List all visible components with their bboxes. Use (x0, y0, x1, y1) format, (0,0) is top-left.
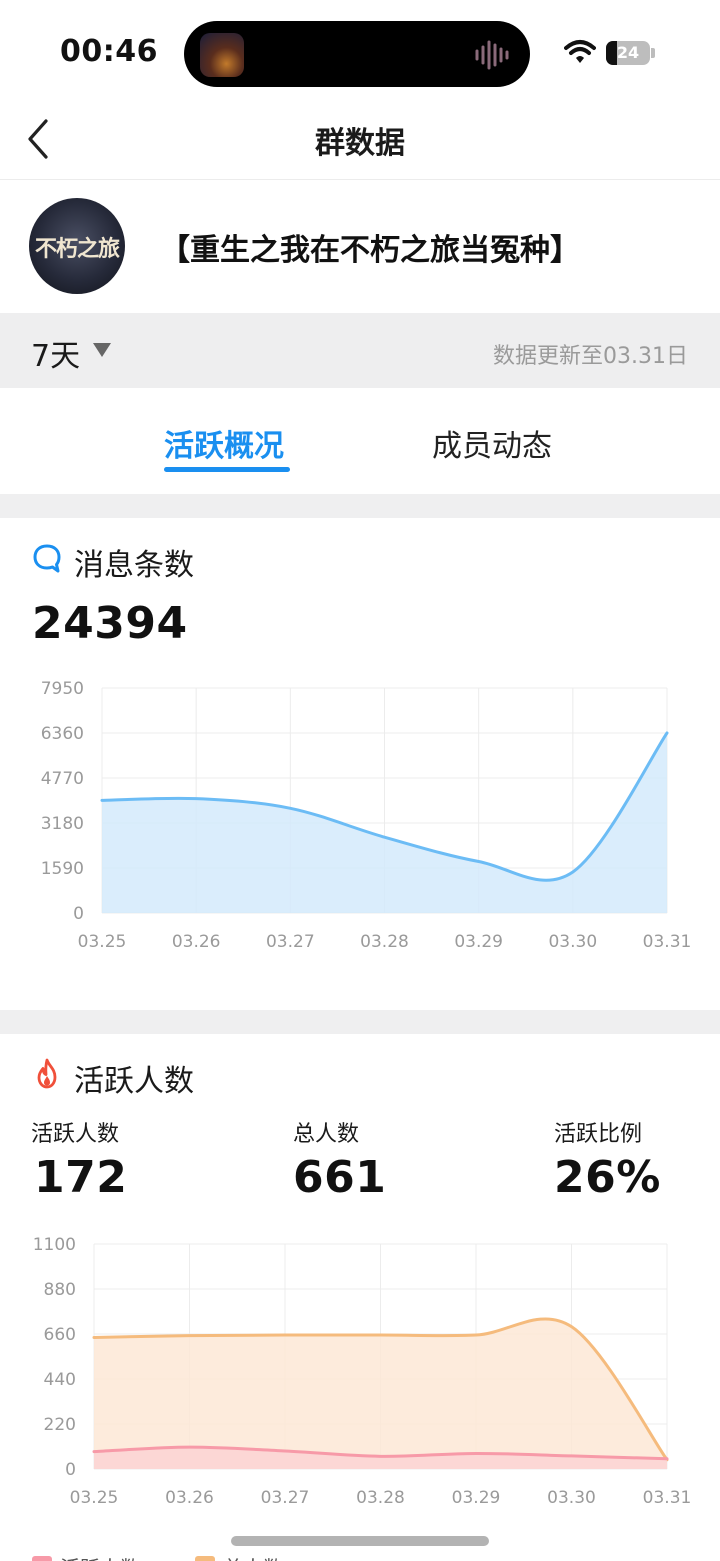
x-tick-label: 03.28 (356, 1488, 405, 1508)
stat-label-active: 活跃人数 (31, 1122, 120, 1147)
now-playing-thumbnail (200, 33, 244, 77)
battery-icon: 24 (606, 41, 650, 65)
legend-swatch-active (32, 1556, 52, 1561)
dropdown-triangle-icon[interactable] (93, 343, 111, 357)
x-tick-label: 03.26 (165, 1488, 214, 1508)
range-dropdown[interactable]: 7天 (31, 331, 80, 375)
y-tick-label: 3180 (41, 814, 84, 834)
x-tick-label: 03.30 (547, 1488, 596, 1508)
x-tick-label: 03.28 (360, 932, 409, 952)
active-title: 活跃人数 (74, 1064, 194, 1099)
y-tick-label: 0 (73, 904, 84, 924)
messages-total: 24394 (32, 598, 188, 649)
tab-activity-overview[interactable]: 活跃概况 (164, 421, 284, 465)
y-tick-label: 440 (44, 1370, 76, 1390)
battery-percent: 24 (616, 43, 640, 62)
stat-value-total: 661 (293, 1152, 387, 1203)
x-tick-label: 03.25 (78, 932, 127, 952)
dynamic-island[interactable] (184, 21, 530, 87)
section-divider (0, 494, 720, 518)
legend-label-total: 总人数 (223, 1552, 283, 1561)
status-time: 00:46 (60, 34, 158, 69)
flame-icon (37, 1058, 57, 1089)
group-avatar[interactable]: 不朽之旅 (29, 198, 125, 294)
nav-divider (0, 179, 720, 180)
messages-chart: 0 1590 3180 4770 6360 7950 03.25 03.26 03.27 03.2… (41, 679, 692, 952)
stat-label-ratio: 活跃比例 (554, 1122, 643, 1147)
y-tick-label: 7950 (41, 679, 84, 699)
y-tick-label: 1100 (33, 1235, 76, 1255)
legend-swatch-total (195, 1556, 215, 1561)
x-tick-label: 03.29 (452, 1488, 501, 1508)
x-tick-label: 03.25 (70, 1488, 119, 1508)
stat-value-active: 172 (34, 1152, 128, 1203)
tab-active-indicator (164, 467, 290, 472)
stat-value-ratio: 26% (554, 1152, 661, 1203)
page-title: 群数据 (315, 126, 405, 161)
legend-label-active: 活跃人数 (60, 1552, 140, 1561)
group-name: 【重生之我在不朽之旅当冤种】 (160, 233, 580, 268)
chat-bubble-icon (33, 544, 61, 573)
messages-title: 消息条数 (74, 548, 194, 583)
x-tick-label: 03.27 (261, 1488, 310, 1508)
y-tick-label: 6360 (41, 724, 84, 744)
x-tick-label: 03.29 (454, 932, 503, 952)
avatar-logo-text: 不朽之旅 (34, 237, 120, 262)
home-indicator[interactable] (231, 1536, 489, 1546)
stat-label-total: 总人数 (293, 1122, 360, 1147)
x-tick-label: 03.27 (266, 932, 315, 952)
battery-cap (651, 48, 655, 58)
section-divider (0, 1010, 720, 1034)
y-tick-label: 1590 (41, 859, 84, 879)
wifi-icon (564, 40, 596, 63)
update-date-text: 数据更新至03.31日 (493, 344, 688, 369)
x-tick-label: 03.26 (172, 932, 221, 952)
audio-wave-icon (475, 40, 509, 70)
x-tick-label: 03.31 (643, 1488, 692, 1508)
y-tick-label: 0 (65, 1460, 76, 1480)
x-tick-label: 03.31 (643, 932, 692, 952)
y-tick-label: 220 (44, 1415, 76, 1435)
y-tick-label: 4770 (41, 769, 84, 789)
active-members-chart: 0 220 440 660 880 1100 03.25 03.26 03.27 03.28 03.… (33, 1235, 692, 1508)
y-tick-label: 880 (44, 1280, 76, 1300)
tab-member-activity[interactable]: 成员动态 (432, 421, 552, 465)
y-tick-label: 660 (44, 1325, 76, 1345)
x-tick-label: 03.30 (548, 932, 597, 952)
filter-bar: 7天 数据更新至03.31日 (0, 313, 720, 388)
